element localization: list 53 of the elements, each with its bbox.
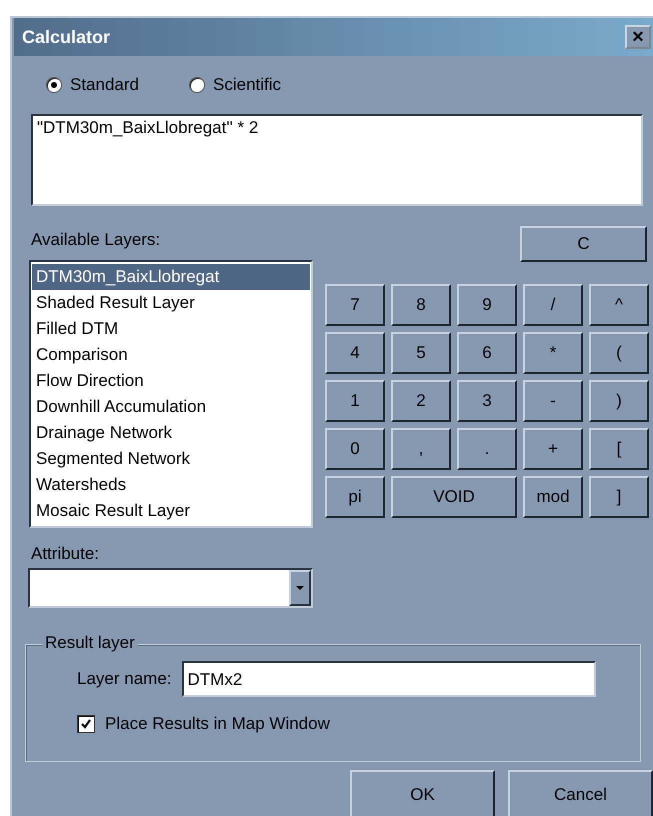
key-button[interactable]: , [391,428,451,470]
key-button[interactable]: - [523,380,583,422]
key-button[interactable]: + [523,428,583,470]
key-button[interactable]: 1 [325,380,385,422]
clear-button[interactable]: C [520,226,647,262]
key-button[interactable]: pi [325,476,385,518]
key-button[interactable]: ^ [589,284,649,326]
key-button[interactable]: 7 [325,284,385,326]
layer-item[interactable]: DTM30m_BaixLlobregat [32,264,310,290]
key-button[interactable]: ) [589,380,649,422]
layer-item[interactable]: Comparison [32,342,310,368]
layer-item[interactable]: Shaded Result Layer [32,290,310,316]
key-button[interactable]: 9 [457,284,517,326]
layer-item[interactable]: Drainage Network [32,420,310,446]
checkbox-label: Place Results in Map Window [105,714,330,734]
layers-label: Available Layers: [30,229,162,251]
key-button[interactable]: [ [589,428,649,470]
layer-name-field[interactable]: DTMx2 [182,661,596,697]
layer-item[interactable]: Segmented Network [32,446,310,472]
mode-radio[interactable]: Standard [46,70,139,100]
layer-item[interactable]: Filled DTM [32,316,310,342]
key-button[interactable]: 3 [457,380,517,422]
ok-button[interactable]: OK [350,770,495,816]
layer-name-label: Layer name: [77,669,172,689]
radio-label: Standard [70,75,139,95]
key-button[interactable]: 0 [325,428,385,470]
key-button[interactable]: 6 [457,332,517,374]
layer-item[interactable]: Watersheds [32,472,310,498]
close-button[interactable]: × [625,25,651,49]
layer-item[interactable]: Mosaic Result Layer [32,498,310,524]
attribute-label: Attribute: [30,543,100,565]
key-button[interactable]: 4 [325,332,385,374]
key-button[interactable]: mod [523,476,583,518]
cancel-button[interactable]: Cancel [508,770,653,816]
layer-item[interactable]: Flow Direction [32,368,310,394]
window-title: Calculator [22,26,110,48]
key-button[interactable]: 2 [391,380,451,422]
key-button[interactable]: ] [589,476,649,518]
key-button[interactable]: / [523,284,583,326]
key-button[interactable]: 5 [391,332,451,374]
attribute-dropdown[interactable] [28,568,313,608]
key-button[interactable]: * [523,332,583,374]
key-button[interactable]: ( [589,332,649,374]
key-button[interactable]: VOID [391,476,517,518]
layer-item[interactable]: Downhill Accumulation [32,394,310,420]
radio-label: Scientific [213,75,282,95]
key-button[interactable]: . [457,428,517,470]
expression-field[interactable]: "DTM30m_BaixLlobregat'' * 2 [31,114,643,206]
layers-list[interactable]: DTM30m_BaixLlobregat Shaded Result Layer Filled DTM Comparison Flow Direction Downhill Accumulation Drainage Network Segmented Network Watersheds Mosaic Result Layer [29,260,313,528]
mode-radio[interactable]: Scientific [189,70,282,100]
key-button[interactable]: 8 [391,284,451,326]
place-results-checkbox[interactable]: Place Results in Map Window [77,714,640,734]
group-title: Result layer [42,633,138,653]
